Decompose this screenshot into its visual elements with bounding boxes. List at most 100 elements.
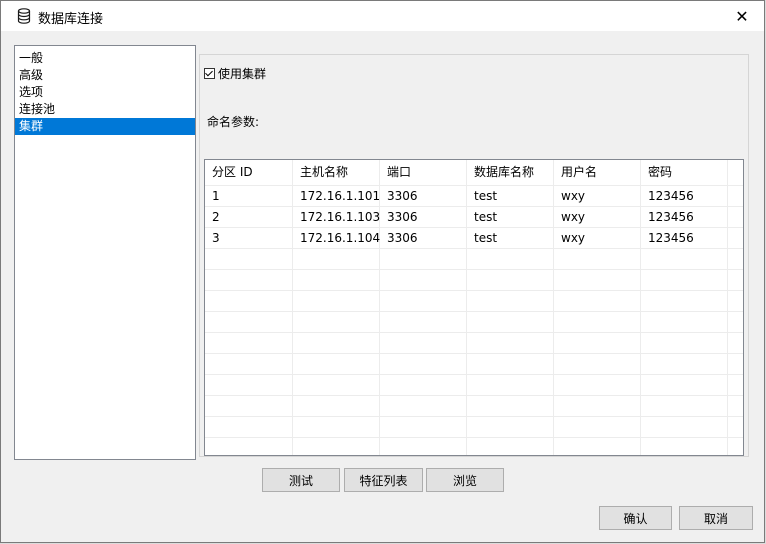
table-cell <box>467 396 554 416</box>
table-cell <box>554 438 641 455</box>
table-cell <box>554 333 641 353</box>
table-cell <box>205 291 293 311</box>
table-row[interactable] <box>205 312 743 333</box>
table-cell <box>641 270 728 290</box>
table-cell <box>467 249 554 269</box>
table-cell <box>641 354 728 374</box>
table-cell: test <box>467 186 554 206</box>
table-cell: 172.16.1.103 <box>293 207 380 227</box>
table-row[interactable] <box>205 354 743 375</box>
close-button[interactable]: ✕ <box>720 1 764 31</box>
table-cell <box>467 312 554 332</box>
table-row[interactable] <box>205 291 743 312</box>
title-bar[interactable]: 数据库连接 ✕ <box>1 1 764 31</box>
database-connection-dialog: 数据库连接 ✕ 一般 高级 选项 连接池 集群 使用集群 命名参数: 分区 ID 主机名称… <box>0 0 765 543</box>
column-header: 密码 <box>641 160 728 185</box>
table-cell <box>205 270 293 290</box>
table-cell <box>554 396 641 416</box>
database-icon <box>17 8 31 24</box>
table-cell: 123456 <box>641 228 728 248</box>
checkbox-checked-icon[interactable] <box>204 68 215 79</box>
table-cell <box>205 312 293 332</box>
column-header: 用户名 <box>554 160 641 185</box>
table-cell <box>293 438 380 455</box>
table-cell <box>205 396 293 416</box>
nav-item[interactable]: 连接池 <box>15 101 195 118</box>
test-button[interactable]: 测试 <box>262 468 340 492</box>
table-cell <box>554 249 641 269</box>
cancel-button[interactable]: 取消 <box>679 506 753 530</box>
table-cell <box>293 312 380 332</box>
column-header: 端口 <box>380 160 467 185</box>
table-cell: 3306 <box>380 186 467 206</box>
table-cell: 172.16.1.101 <box>293 186 380 206</box>
table-row[interactable]: 2 172.16.1.103 3306 test wxy 123456 <box>205 207 743 228</box>
nav-item[interactable]: 高级 <box>15 67 195 84</box>
table-cell <box>641 396 728 416</box>
table-cell: 123456 <box>641 186 728 206</box>
table-cell <box>641 333 728 353</box>
table-cell <box>554 270 641 290</box>
table-header-row[interactable]: 分区 ID 主机名称 端口 数据库名称 用户名 密码 <box>205 160 743 186</box>
partition-table[interactable]: 分区 ID 主机名称 端口 数据库名称 用户名 密码 1 172.16.1.101 3306 te… <box>204 159 744 456</box>
table-cell: test <box>467 228 554 248</box>
column-header: 分区 ID <box>205 160 293 185</box>
table-cell <box>380 270 467 290</box>
browse-button[interactable]: 浏览 <box>426 468 504 492</box>
table-cell: wxy <box>554 207 641 227</box>
table-cell <box>380 354 467 374</box>
table-cell <box>293 417 380 437</box>
use-cluster-checkbox[interactable]: 使用集群 <box>204 65 266 82</box>
table-cell <box>293 333 380 353</box>
table-cell <box>293 291 380 311</box>
table-cell: 172.16.1.104 <box>293 228 380 248</box>
table-cell <box>467 291 554 311</box>
table-cell <box>641 312 728 332</box>
table-cell <box>205 417 293 437</box>
table-cell <box>205 375 293 395</box>
table-cell <box>467 333 554 353</box>
table-cell <box>641 291 728 311</box>
table-row[interactable] <box>205 438 743 455</box>
table-cell: wxy <box>554 228 641 248</box>
table-row[interactable]: 3 172.16.1.104 3306 test wxy 123456 <box>205 228 743 249</box>
ok-button[interactable]: 确认 <box>599 506 672 530</box>
table-row[interactable]: 1 172.16.1.101 3306 test wxy 123456 <box>205 186 743 207</box>
table-cell <box>554 417 641 437</box>
table-row[interactable] <box>205 333 743 354</box>
feature-list-button[interactable]: 特征列表 <box>344 468 423 492</box>
table-row[interactable] <box>205 417 743 438</box>
table-cell: 123456 <box>641 207 728 227</box>
table-cell: 3306 <box>380 207 467 227</box>
table-row[interactable] <box>205 249 743 270</box>
table-cell <box>380 291 467 311</box>
close-icon: ✕ <box>735 6 749 26</box>
table-cell <box>293 249 380 269</box>
table-row[interactable] <box>205 270 743 291</box>
table-cell: 1 <box>205 186 293 206</box>
table-cell: test <box>467 207 554 227</box>
table-cell: wxy <box>554 186 641 206</box>
table-cell <box>380 375 467 395</box>
table-cell: 3306 <box>380 228 467 248</box>
nav-item[interactable]: 集群 <box>15 118 195 135</box>
table-row[interactable] <box>205 396 743 417</box>
named-parameters-label: 命名参数: <box>207 115 260 129</box>
nav-item[interactable]: 选项 <box>15 84 195 101</box>
table-cell <box>554 291 641 311</box>
table-cell <box>380 249 467 269</box>
column-header: 主机名称 <box>293 160 380 185</box>
table-cell <box>380 333 467 353</box>
table-cell <box>293 396 380 416</box>
table-cell <box>641 438 728 455</box>
window-title: 数据库连接 <box>38 12 104 27</box>
table-cell <box>380 312 467 332</box>
nav-item[interactable]: 一般 <box>15 50 195 67</box>
table-cell <box>380 438 467 455</box>
table-cell <box>467 417 554 437</box>
category-list[interactable]: 一般 高级 选项 连接池 集群 <box>14 45 196 460</box>
table-cell <box>293 354 380 374</box>
table-row[interactable] <box>205 375 743 396</box>
table-cell: 2 <box>205 207 293 227</box>
table-cell <box>380 417 467 437</box>
